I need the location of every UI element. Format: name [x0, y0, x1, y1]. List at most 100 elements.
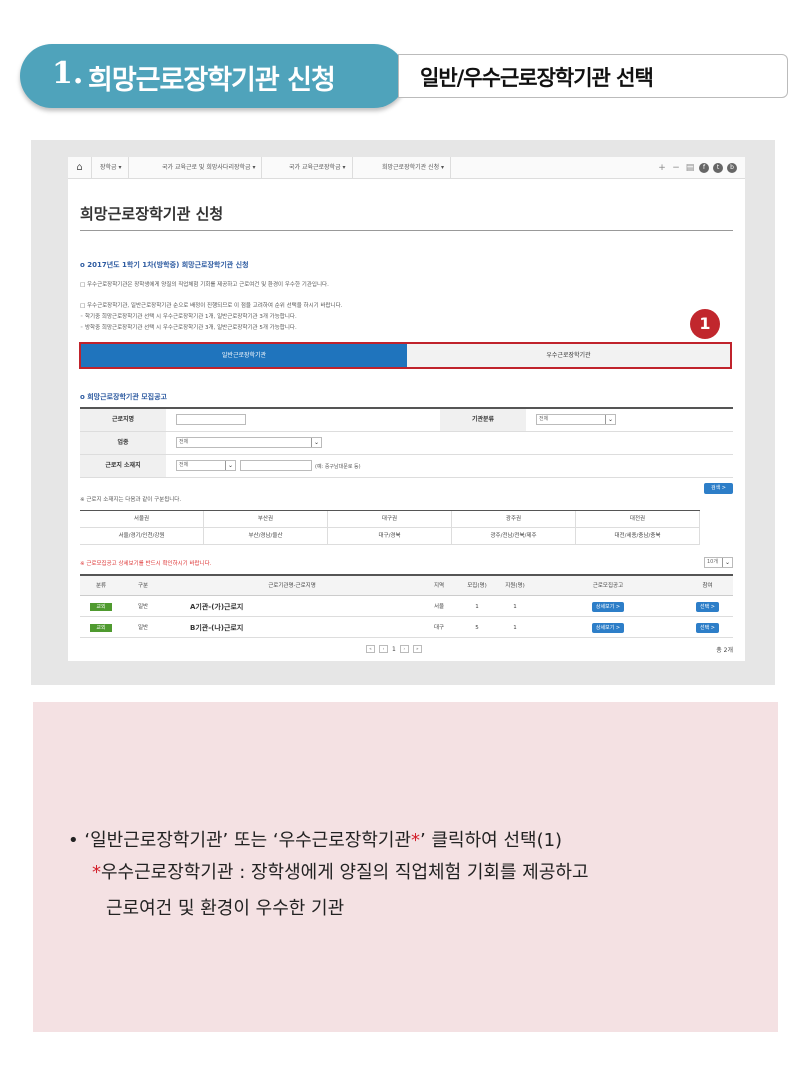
nav-item-scholarship[interactable]: 장학금 ▾ — [94, 157, 129, 179]
region-value: 서울/경기/인천/강원 — [80, 528, 204, 545]
region-value: 대구/경북 — [328, 528, 452, 545]
print-icon[interactable]: ▤ — [685, 163, 695, 173]
total-count: 총 2개 — [716, 647, 733, 654]
chevron-down-icon: ⌄ — [722, 558, 732, 567]
asterisk: * — [411, 830, 421, 851]
region-value: 광주/전남/전북/제주 — [452, 528, 576, 545]
detail-notice: ※ 근로모집공고 상세보기를 반드시 확인하시기 바랍니다. — [80, 561, 212, 567]
bullet: • — [68, 830, 79, 851]
applied-cell: 1 — [513, 625, 517, 631]
institution-name: A기관-(가)근로지 — [190, 603, 244, 611]
section-heading-recruit: o 희망근로장학기관 모집공고 — [80, 393, 167, 401]
instruction-line-1: • ‘일반근로장학기관’ 또는 ‘우수근로장학기관*’ 클릭하여 선택(1) — [68, 830, 563, 851]
nav-tools: + − ▤ f t b — [657, 161, 737, 175]
instruction-line-3: 근로여건 및 환경이 우수한 기관 — [106, 898, 345, 919]
breadcrumb-nav: ⌂ 장학금 ▾ 국가 교육근로 및 희망사다리장학금 ▾ 국가 교육근로장학금 … — [68, 157, 745, 179]
pagination: « ‹ 1 › » — [366, 645, 422, 653]
region-cell: 서울 — [433, 604, 445, 610]
region-header: 서울권 — [80, 511, 204, 528]
location-select[interactable]: 전체 ⌄ — [176, 460, 236, 471]
first-page-button[interactable]: « — [366, 645, 375, 653]
category-badge: 교외 — [90, 623, 112, 632]
nav-item-apply[interactable]: 희망근로장학기관 신청 ▾ — [376, 157, 452, 179]
form-row: 근로지 소재지 전체 ⌄ (예: 중구남대문로 등) — [80, 455, 733, 478]
step-badge: 1 — [690, 309, 720, 339]
chevron-down-icon: ⌄ — [605, 415, 615, 424]
last-page-button[interactable]: » — [412, 645, 422, 653]
form-row: 업종 전체 ⌄ — [80, 432, 733, 455]
home-icon[interactable]: ⌂ — [68, 157, 92, 179]
note-line: ◦ 학기중 희망근로장학기관 선택 시 우수근로장학기관 1개, 일반근로장학기… — [80, 314, 297, 320]
org-type-select[interactable]: 전체 ⌄ — [536, 414, 616, 425]
col-header: 구분 — [137, 583, 149, 589]
detail-button[interactable]: 상세보기 > — [591, 601, 625, 612]
facebook-icon[interactable]: f — [699, 163, 709, 173]
region-header: 대구권 — [328, 511, 452, 528]
twitter-icon[interactable]: t — [713, 163, 723, 173]
blog-icon[interactable]: b — [727, 163, 737, 173]
page-title: 희망근로장학기관 신청 — [80, 205, 224, 223]
next-page-button[interactable]: › — [399, 645, 409, 653]
col-header: 근로모집공고 — [592, 583, 624, 589]
workplace-label: 근로지명 — [80, 409, 166, 431]
select-button[interactable]: 선택 > — [696, 601, 719, 612]
location-label: 근로지 소재지 — [80, 455, 166, 477]
instruction-line-2: *우수근로장학기관 : 장학생에게 양질의 직업체험 기회를 제공하고 — [92, 862, 589, 883]
col-header: 참여 — [702, 583, 713, 589]
type-cell: 일반 — [137, 625, 149, 631]
table-row: 교외 일반 B기관-(나)근로지 대구 5 1 상세보기 > 선택 > — [80, 618, 733, 638]
title-divider — [80, 230, 733, 231]
org-type-label: 기관분류 — [440, 409, 526, 431]
nav-item-national-edu[interactable]: 국가 교육근로장학금 ▾ — [283, 157, 353, 179]
category-badge: 교외 — [90, 602, 112, 611]
tab-general-institution[interactable]: 일반근로장학기관 — [81, 344, 407, 367]
col-header: 지원(명) — [505, 583, 525, 589]
section-title: 희망근로장학기관 신청 — [88, 65, 336, 96]
form-row: 근로지명 기관분류 전체 ⌄ — [80, 409, 733, 432]
region-header: 부산권 — [204, 511, 328, 528]
region-note: ※ 근로지 소재지는 다음과 같이 구분됩니다. — [80, 497, 182, 503]
search-button[interactable]: 검색 > — [704, 483, 733, 494]
col-header: 근로기관명-근로지명 — [268, 583, 316, 589]
current-page[interactable]: 1 — [392, 646, 396, 653]
detail-button[interactable]: 상세보기 > — [591, 622, 625, 633]
note-line: ◦ 방학중 희망근로장학기관 선택 시 우수근로장학기관 3개, 일반근로장학기… — [80, 325, 297, 331]
location-hint: (예: 중구남대문로 등) — [315, 464, 361, 470]
nav-item-national-work[interactable]: 국가 교육근로 및 희망사다리장학금 ▾ — [156, 157, 263, 179]
col-header: 모집(명) — [467, 583, 487, 589]
chevron-down-icon: ⌄ — [225, 461, 235, 470]
applied-cell: 1 — [513, 604, 517, 610]
section-number: 1. — [52, 56, 84, 91]
asterisk: * — [92, 862, 101, 883]
section-heading-apply: o 2017년도 1학기 1차(방학중) 희망근로장학기관 신청 — [80, 261, 249, 269]
screenshot: ⌂ 장학금 ▾ 국가 교육근로 및 희망사다리장학금 ▾ 국가 교육근로장학금 … — [68, 157, 745, 661]
col-header: 분류 — [95, 583, 107, 589]
results-header: 분류 구분 근로기관명-근로지명 지역 모집(명) 지원(명) 근로모집공고 참… — [80, 576, 733, 596]
select-button[interactable]: 선택 > — [696, 622, 719, 633]
region-value: 부산/경남/울산 — [204, 528, 328, 545]
minus-icon[interactable]: − — [671, 163, 681, 173]
note-line: □ 우수근로장학기관은 장학생에게 양질의 직업체험 기회를 제공하고 근로여건… — [80, 282, 329, 288]
table-row: 교외 일반 A기관-(가)근로지 서울 1 1 상세보기 > 선택 > — [80, 597, 733, 617]
region-cell: 대구 — [433, 625, 445, 631]
industry-select[interactable]: 전체 ⌄ — [176, 437, 322, 448]
note-line: □ 우수근로장학기관, 일반근로장학기관 순으로 배정이 진행되므로 이 점을 … — [80, 303, 343, 309]
region-table: 서울권 부산권 대구권 광주권 대전권 서울/경기/인천/강원 부산/경남/울산… — [80, 510, 700, 547]
type-cell: 일반 — [137, 604, 149, 610]
page-size-select[interactable]: 10개 ⌄ — [704, 557, 733, 568]
plus-icon[interactable]: + — [657, 163, 667, 173]
institution-name: B기관-(나)근로지 — [190, 624, 244, 632]
region-header: 대전권 — [576, 511, 700, 528]
col-header: 지역 — [433, 583, 445, 589]
section-subtitle: 일반/우수근로장학기관 선택 — [420, 66, 654, 90]
workplace-input[interactable] — [176, 414, 246, 425]
region-header: 광주권 — [452, 511, 576, 528]
prev-page-button[interactable]: ‹ — [379, 645, 388, 653]
industry-label: 업종 — [80, 432, 166, 454]
location-detail-input[interactable] — [240, 460, 312, 471]
chevron-down-icon: ⌄ — [311, 438, 321, 447]
tab-excellent-institution[interactable]: 우수근로장학기관 — [407, 344, 730, 367]
recruit-cell: 1 — [475, 604, 479, 610]
recruit-cell: 5 — [475, 625, 479, 631]
region-value: 대전/세종/충남/충북 — [576, 528, 700, 545]
